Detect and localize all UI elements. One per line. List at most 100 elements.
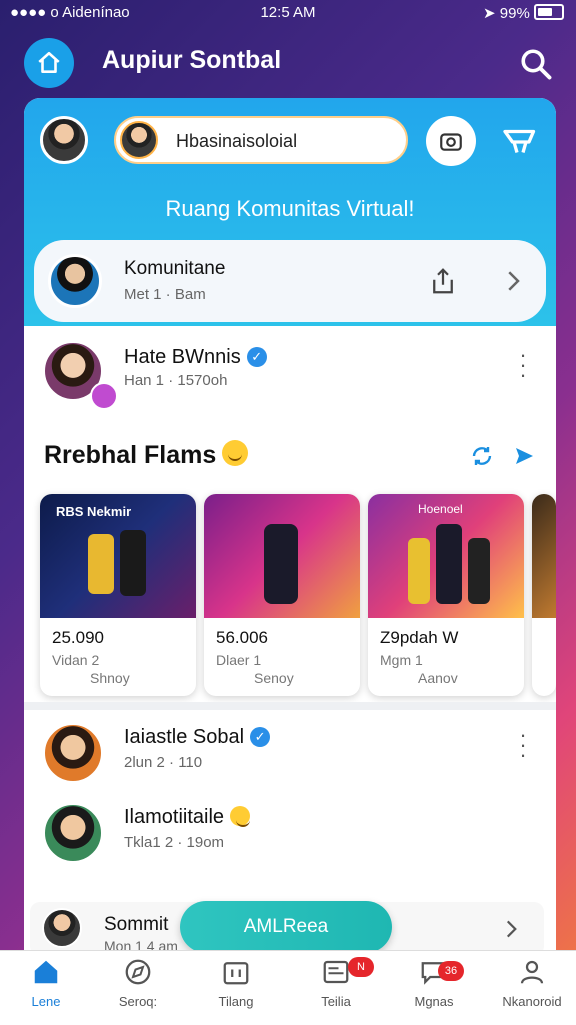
avatar[interactable] <box>42 722 104 784</box>
reel-card-peek[interactable] <box>532 494 556 696</box>
divider <box>24 702 556 710</box>
share-icon[interactable] <box>428 266 458 296</box>
story-badge-icon <box>90 382 118 410</box>
app-bar: Aupiur Sontbal <box>0 30 576 94</box>
reel-card[interactable]: Hoenoel Z9pdah W Mgm 1 Aanov <box>368 494 524 696</box>
reel-banner: RBS Nekmir <box>56 504 132 519</box>
avatar[interactable] <box>40 116 88 164</box>
home-button[interactable] <box>24 38 74 88</box>
hero-tagline: Ruang Komunitas Virtual! <box>165 196 415 221</box>
nav-label: Teilia <box>321 994 351 1009</box>
avatar <box>42 908 82 948</box>
performer-shape <box>468 538 490 604</box>
search-icon[interactable] <box>518 46 554 82</box>
reel-banner: Hoenoel <box>418 502 463 516</box>
reel-card[interactable]: 56.006 Dlaer 1 Senoy <box>204 494 360 696</box>
post-author: Iaiastle Sobal ✓ <box>124 726 271 749</box>
section-title-text: Rrebhal Flams <box>44 441 217 469</box>
battery-icon <box>534 4 564 20</box>
post-item[interactable]: Hate BWnnis ✓ Han 1 · 1570oh · · · <box>24 336 556 416</box>
nav-item-home[interactable]: Lene <box>6 957 86 1009</box>
chevron-right-icon[interactable] <box>498 266 528 296</box>
verified-icon: ✓ <box>250 727 271 747</box>
home-icon <box>34 960 58 984</box>
performer-shape <box>408 538 430 604</box>
post-item[interactable]: Iaiastle Sobal ✓ 2lun 2 · 110 · · · <box>24 718 556 794</box>
nav-item-explore[interactable]: Seroq: <box>98 957 178 1009</box>
reel-sub: Mgm 1 <box>380 652 423 668</box>
status-right: ➤ 99% <box>483 4 564 22</box>
play-icon[interactable] <box>512 444 536 468</box>
reel-value: 25.090 <box>52 628 104 647</box>
camera-button[interactable] <box>426 116 476 166</box>
performer-shape <box>88 534 114 594</box>
nav-label: Seroq: <box>118 994 158 1009</box>
community-row[interactable]: Komunitane Met 1 · Bam <box>34 240 546 322</box>
smile-emoji-icon <box>222 440 249 466</box>
notification-badge: N <box>348 957 374 977</box>
section-title: Rrebhal Flams <box>44 440 249 470</box>
section-actions <box>470 444 536 468</box>
smile-emoji-icon <box>230 806 251 827</box>
camera-icon <box>440 133 462 151</box>
hero-banner: Hbasinaisoloial Ruang Komunitas Virtual!… <box>24 98 556 326</box>
more-options-icon[interactable]: · · · <box>518 344 528 390</box>
feed-card: Hbasinaisoloial Ruang Komunitas Virtual!… <box>24 98 556 978</box>
reel-sub2: Aanov <box>418 670 458 686</box>
home-icon <box>38 51 60 73</box>
search-value: Hbasinaisoloial <box>176 131 298 151</box>
compass-icon <box>125 959 151 985</box>
calendar-icon <box>223 962 249 985</box>
nav-item-profile[interactable]: Nkanoroid <box>492 957 572 1009</box>
reel-value: 56.006 <box>216 628 268 647</box>
post-author: Hate BWnnis ✓ <box>124 346 267 369</box>
nav-label: Mgnas <box>414 994 454 1009</box>
search-input[interactable]: Hbasinaisoloial <box>114 116 408 164</box>
reel-thumbnail <box>532 494 556 618</box>
bottom-nav: Lene Seroq: Tilang Teilia N Mgnas 36 Nka… <box>0 950 576 1025</box>
more-options-icon[interactable]: · · · <box>518 724 528 770</box>
performer-shape <box>436 524 462 604</box>
nav-item-messages[interactable]: Mgnas 36 <box>394 957 474 1009</box>
profile-icon <box>520 960 544 984</box>
post-meta: Tkla1 2 · 19om <box>124 834 225 851</box>
community-meta: Met 1 · Bam <box>124 286 206 303</box>
reel-sub2: Senoy <box>254 670 294 686</box>
cart-icon[interactable] <box>502 124 538 160</box>
post-meta: 2lun 2 · 110 <box>124 754 203 771</box>
post-author-name: Ilamotiitaile <box>124 806 225 828</box>
post-item[interactable]: Ilamotiitaile Tkla1 2 · 19om <box>24 800 556 876</box>
cta-button[interactable]: AMLReea <box>180 901 392 953</box>
reel-thumbnail: RBS Nekmir <box>40 494 196 618</box>
floating-row-name: Sommit <box>104 914 169 935</box>
reel-card[interactable]: RBS Nekmir 25.090 Vidan 2 Shnoy <box>40 494 196 696</box>
post-author: Ilamotiitaile <box>124 806 251 829</box>
post-author-name: Iaiastle Sobal <box>124 726 245 748</box>
reel-thumbnail <box>204 494 360 618</box>
reel-sub2: Shnoy <box>90 670 130 686</box>
nav-label: Nkanoroid <box>502 994 562 1009</box>
search-avatar <box>120 121 158 159</box>
verified-icon: ✓ <box>246 347 267 367</box>
community-name: Komunitane <box>124 258 226 279</box>
performer-shape <box>264 524 298 604</box>
avatar[interactable] <box>42 802 104 864</box>
post-meta: Han 1 · 1570oh <box>124 372 228 389</box>
community-avatar <box>48 254 102 308</box>
location-icon: ➤ <box>483 5 496 22</box>
reel-value: Z9pdah W <box>380 628 459 647</box>
refresh-icon[interactable] <box>470 444 494 468</box>
app-title: Aupiur Sontbal <box>102 46 282 74</box>
post-author-name: Hate BWnnis <box>124 346 241 368</box>
nav-item-calendar[interactable]: Tilang <box>196 957 276 1009</box>
performer-shape <box>120 530 146 596</box>
chevron-right-icon[interactable] <box>498 916 524 942</box>
nav-item-news[interactable]: Teilia N <box>296 957 376 1009</box>
notification-badge: 36 <box>438 961 464 981</box>
nav-label: Tilang <box>218 994 254 1009</box>
reel-sub: Vidan 2 <box>52 652 100 668</box>
nav-label: Lene <box>31 994 61 1009</box>
reel-thumbnail: Hoenoel <box>368 494 524 618</box>
status-bar: ●●●● o Aidenínao 12:5 AM ➤ 99% <box>0 0 576 26</box>
news-icon <box>323 960 349 984</box>
